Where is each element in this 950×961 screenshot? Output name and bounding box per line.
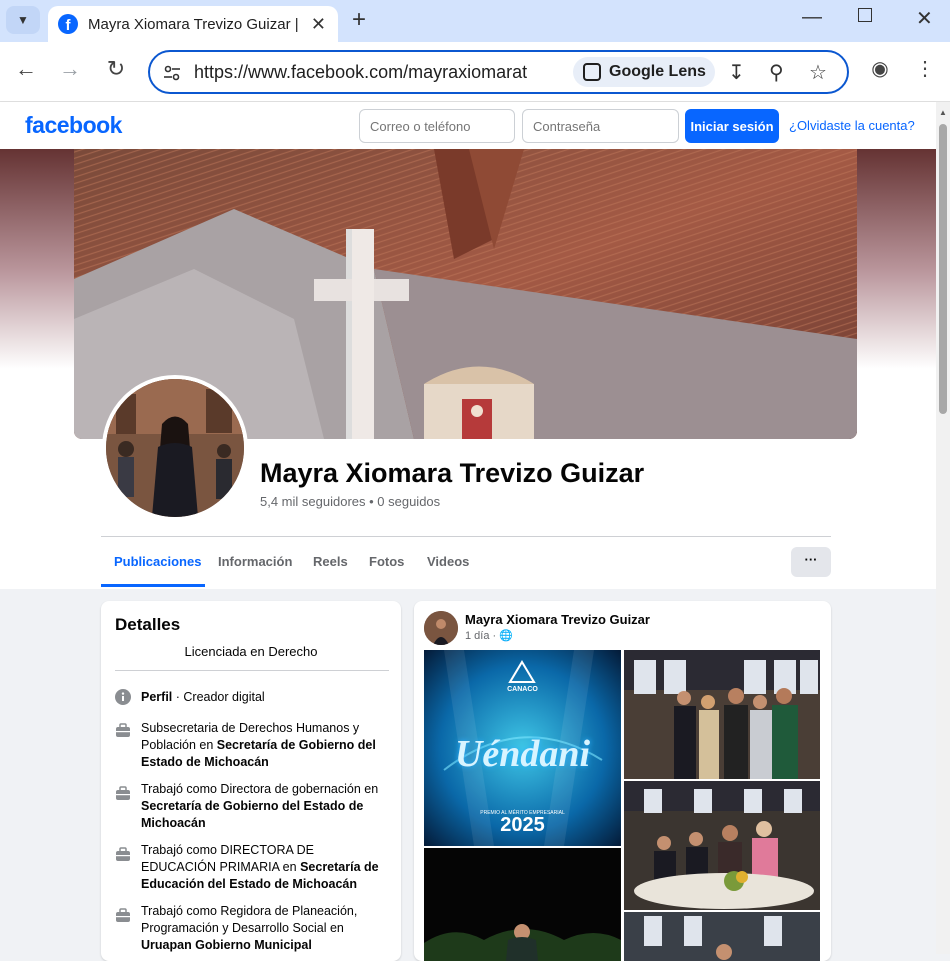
forward-icon[interactable]: → [57,56,83,82]
google-lens-button[interactable]: Google Lens [573,57,715,87]
details-card: Detalles Licenciada en Derecho Perfil · … [101,601,401,961]
bookmark-star-icon[interactable]: ☆ [809,60,827,85]
chevron-down-icon: ▼ [17,13,29,27]
browser-toolbar: ← → ↻ https://www.facebook.com/mayraxiom… [0,42,950,102]
more-options-button[interactable]: ··· [791,547,831,577]
job-row: Trabajó como DIRECTORA DE EDUCACIÓN PRIM… [141,842,381,893]
lens-icon [583,63,601,81]
profile-name: Mayra Xiomara Trevizo Guizar [260,458,645,488]
job-org-link[interactable]: Uruapan Gobierno Municipal [141,938,312,952]
perfil-value: · Creador digital [172,690,265,704]
post-photo[interactable] [624,781,820,910]
lens-label: Google Lens [609,63,706,80]
job-row: Subsecretaria de Derechos Humanos y Pobl… [141,720,381,771]
tab-informacion[interactable]: Información [218,554,292,569]
facebook-logo[interactable]: facebook [25,112,122,139]
briefcase-icon [116,847,130,861]
post-photo[interactable]: CANACO Uéndani PREMIO AL MÉRITO EMPRESAR… [424,650,621,846]
profile-icon[interactable]: ◉ [867,56,893,81]
tab-publicaciones[interactable]: Publicaciones [114,554,201,569]
job-text: Trabajó como Regidora de Planeación, Pro… [141,904,358,935]
tab-search-button[interactable]: ▼ [6,6,40,34]
forgot-account-link[interactable]: ¿Olvidaste la cuenta? [789,118,915,133]
install-app-icon[interactable]: ↧ [728,60,745,85]
info-icon [115,689,131,705]
post-timestamp[interactable]: 1 día · 🌐 [465,629,513,642]
tab-fotos[interactable]: Fotos [369,554,404,569]
globe-icon: 🌐 [499,630,513,642]
divider [101,536,831,537]
password-field[interactable] [522,109,679,143]
facebook-header: facebook Iniciar sesión ¿Olvidaste la cu… [0,102,936,149]
reload-icon[interactable]: ↻ [103,56,129,82]
minimize-icon[interactable]: — [802,6,822,29]
bio-text: Licenciada en Derecho [184,644,318,659]
job-row: Trabajó como Regidora de Planeación, Pro… [141,903,381,954]
zoom-icon[interactable]: ⚲ [769,60,784,85]
divider [115,670,389,671]
job-text: Trabajó como Directora de gobernación en [141,782,379,796]
tab-videos[interactable]: Videos [427,554,469,569]
follower-stats[interactable]: 5,4 mil seguidores • 0 seguidos [260,494,440,509]
new-tab-icon[interactable]: + [352,6,366,34]
maximize-icon[interactable] [858,8,872,22]
banner-year: 2025 [500,814,545,836]
address-bar[interactable]: https://www.facebook.com/mayraxiomarat G… [148,50,849,94]
browser-tab[interactable]: f Mayra Xiomara Trevizo Guizar | ✕ [48,6,338,42]
url-text[interactable]: https://www.facebook.com/mayraxiomarat [194,62,527,83]
post-time-text: 1 día · [465,630,500,642]
banner-org: CANACO [507,686,538,693]
briefcase-icon [116,786,130,800]
job-org-link[interactable]: Secretaría de Gobierno del Estado de Mic… [141,799,363,830]
tab-reels[interactable]: Reels [313,554,348,569]
post-photo[interactable] [424,848,621,961]
page-scrollbar[interactable]: ▲ [936,102,950,954]
close-icon[interactable]: ✕ [311,14,326,35]
job-row: Trabajó como Directora de gobernación en… [141,781,381,832]
facebook-favicon-icon: f [58,14,78,34]
post-author-avatar[interactable] [424,611,458,645]
briefcase-icon [116,723,130,737]
profile-picture[interactable] [102,375,248,521]
site-settings-icon[interactable] [162,63,182,83]
job-text: Trabajó como DIRECTORA DE EDUCACIÓN PRIM… [141,843,314,874]
browser-tab-strip: ▼ f Mayra Xiomara Trevizo Guizar | ✕ + —… [0,0,950,42]
tab-title: Mayra Xiomara Trevizo Guizar | [88,15,298,33]
briefcase-icon [116,908,130,922]
back-icon[interactable]: ← [13,56,39,82]
email-field[interactable] [359,109,515,143]
active-tab-indicator [101,584,205,587]
details-title: Detalles [115,615,181,634]
window-close-icon[interactable]: ✕ [916,6,933,31]
scrollbar-thumb[interactable] [939,124,947,414]
banner-title: Uéndani [454,733,591,775]
post-photo[interactable] [624,650,820,779]
scroll-up-icon[interactable]: ▲ [939,108,947,117]
post-author-name[interactable]: Mayra Xiomara Trevizo Guizar [465,612,650,627]
perfil-row: Perfil · Creador digital [141,689,381,706]
login-button[interactable]: Iniciar sesión [685,109,779,143]
post-card: Mayra Xiomara Trevizo Guizar 1 día · 🌐 C… [414,601,831,961]
menu-kebab-icon[interactable]: ⋮ [912,56,938,81]
perfil-label: Perfil [141,690,173,704]
